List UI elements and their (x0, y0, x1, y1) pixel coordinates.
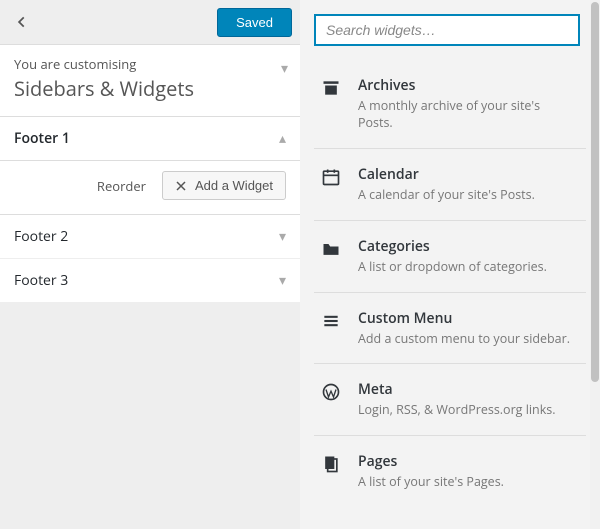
chevron-up-icon: ▴ (279, 129, 286, 148)
menu-icon (320, 309, 342, 348)
widget-description: Add a custom menu to your sidebar. (358, 331, 576, 348)
section-header[interactable]: You are customising Sidebars & Widgets ▾ (0, 45, 300, 117)
widget-title: Archives (358, 76, 576, 95)
back-button[interactable] (0, 0, 44, 44)
chevron-down-icon: ▾ (279, 227, 286, 246)
section-subtitle: You are customising (14, 55, 286, 73)
chevron-down-icon: ▾ (279, 271, 286, 290)
calendar-icon (320, 165, 342, 204)
accordion-body-footer-1: Reorder Add a Widget (0, 161, 300, 215)
widget-pages[interactable]: Pages A list of your site's Pages. (314, 436, 586, 507)
accordion-item-footer-3[interactable]: Footer 3 ▾ (0, 259, 300, 303)
accordion-label: Footer 2 (14, 227, 68, 246)
chevron-down-icon: ▾ (281, 59, 288, 78)
widget-meta[interactable]: Meta Login, RSS, & WordPress.org links. (314, 364, 586, 436)
widget-description: A list of your site's Pages. (358, 474, 576, 491)
add-widget-label: Add a Widget (195, 178, 273, 193)
topbar: Saved (0, 0, 300, 45)
section-title: Sidebars & Widgets (14, 75, 286, 102)
wordpress-icon (320, 380, 342, 419)
chevron-left-icon (15, 15, 29, 29)
accordion-item-footer-2[interactable]: Footer 2 ▾ (0, 215, 300, 259)
widget-title: Pages (358, 452, 576, 471)
search-input[interactable] (314, 14, 580, 46)
add-widget-button[interactable]: Add a Widget (162, 171, 286, 200)
reorder-button[interactable]: Reorder (97, 177, 146, 195)
widget-description: Login, RSS, & WordPress.org links. (358, 402, 576, 419)
widget-title: Categories (358, 237, 576, 256)
accordion-item-footer-1[interactable]: Footer 1 ▴ (0, 117, 300, 161)
widget-description: A monthly archive of your site's Posts. (358, 98, 576, 132)
accordion-label: Footer 3 (14, 271, 68, 290)
pages-icon (320, 452, 342, 491)
saved-button[interactable]: Saved (217, 8, 292, 37)
widget-title: Meta (358, 380, 576, 399)
widget-calendar[interactable]: Calendar A calendar of your site's Posts… (314, 149, 586, 221)
widget-archives[interactable]: Archives A monthly archive of your site'… (314, 60, 586, 149)
accordion-label: Footer 1 (14, 129, 70, 148)
widget-custom-menu[interactable]: Custom Menu Add a custom menu to your si… (314, 293, 586, 365)
widget-list: Archives A monthly archive of your site'… (314, 60, 586, 507)
accordion: Footer 1 ▴ Reorder Add a Widget Footer 2… (0, 117, 300, 303)
archives-icon (320, 76, 342, 132)
widget-picker: Archives A monthly archive of your site'… (300, 0, 590, 529)
customizer-panel: Saved You are customising Sidebars & Wid… (0, 0, 300, 529)
widget-description: A list or dropdown of categories. (358, 259, 576, 276)
widget-categories[interactable]: Categories A list or dropdown of categor… (314, 221, 586, 293)
folder-icon (320, 237, 342, 276)
scrollbar-thumb[interactable] (591, 2, 599, 382)
close-icon (175, 180, 187, 192)
widget-description: A calendar of your site's Posts. (358, 187, 576, 204)
scrollbar[interactable] (590, 0, 600, 529)
widget-title: Calendar (358, 165, 576, 184)
widget-title: Custom Menu (358, 309, 576, 328)
